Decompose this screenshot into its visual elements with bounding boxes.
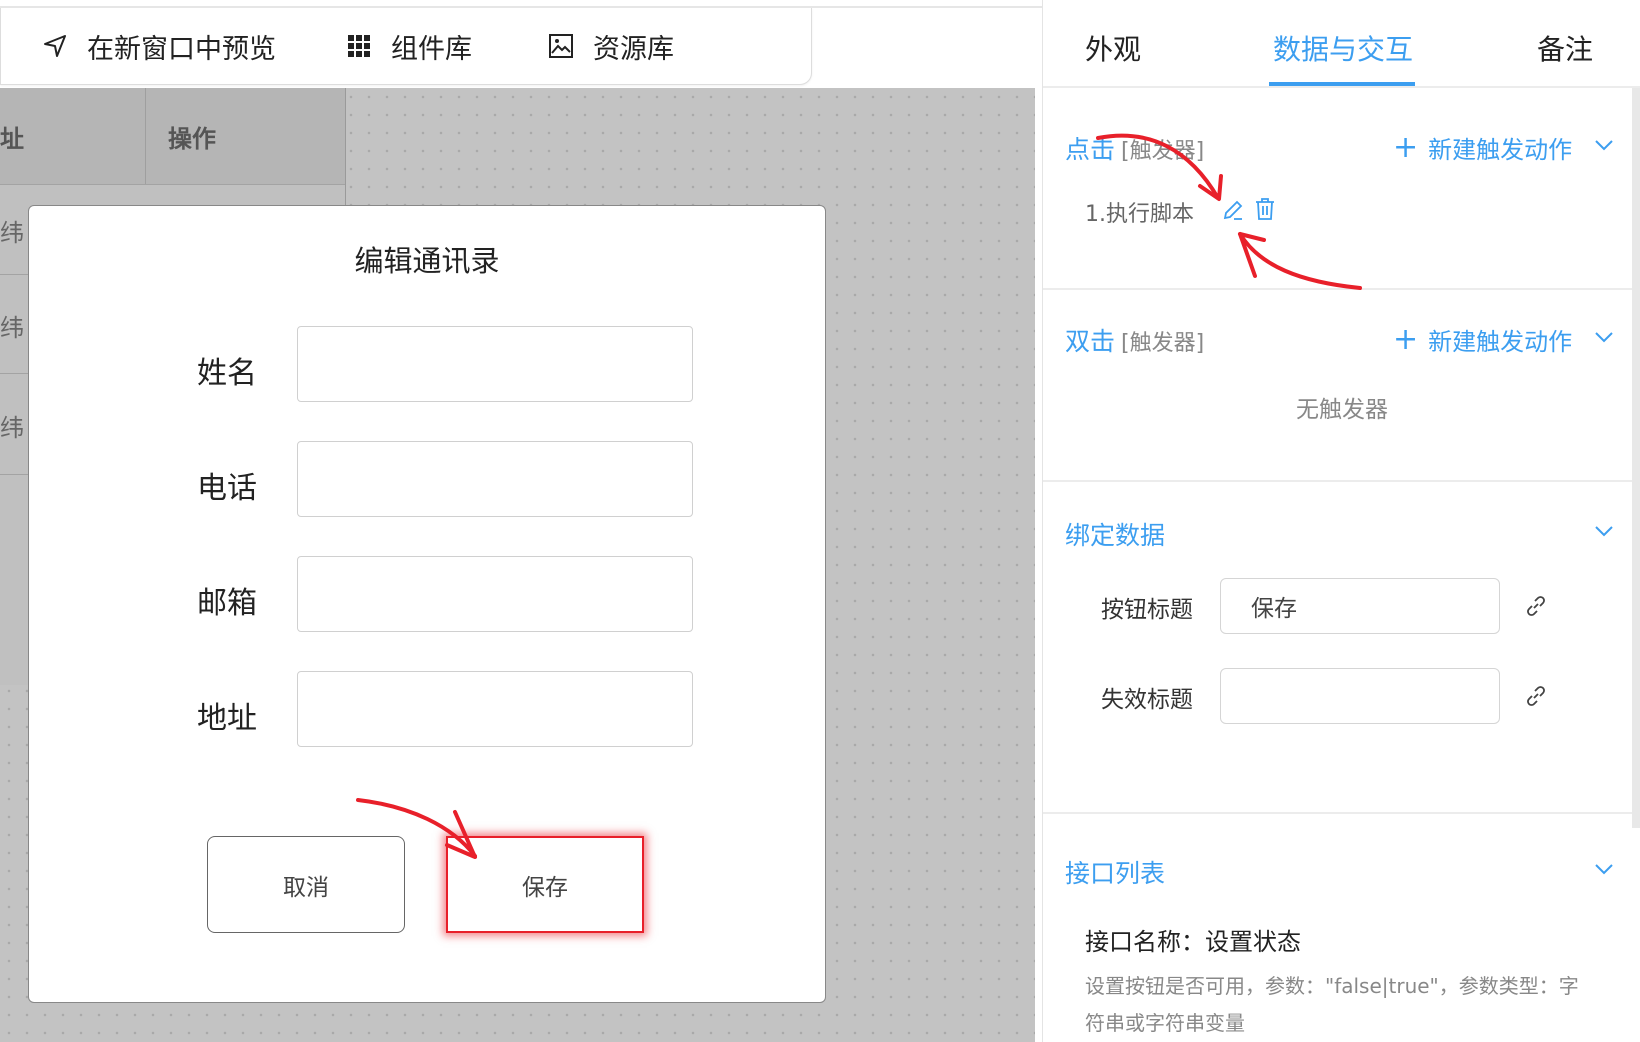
click-trigger-section: 点击 [触发器] + 新建触发动作 1.执行脚本 — [1043, 88, 1640, 290]
tab-appearance[interactable]: 外观 — [1085, 28, 1141, 68]
bind-data-section: 绑定数据 按钮标题 保存 失效标题 — [1043, 482, 1640, 814]
plus-icon: + — [1393, 321, 1419, 357]
api-name: 接口名称：设置状态 — [1085, 928, 1301, 956]
name-label: 姓名 — [197, 356, 257, 391]
bind-section-title: 绑定数据 — [1065, 521, 1166, 550]
api-list-section: 接口列表 接口名称：设置状态 设置按钮是否可用，参数："false|true"，… — [1043, 814, 1640, 1042]
tab-data-interaction[interactable]: 数据与交互 — [1273, 28, 1413, 68]
dblclick-title-text: 双击 — [1065, 327, 1116, 356]
assets-label: 资源库 — [593, 33, 674, 65]
delete-trash-icon[interactable] — [1253, 196, 1277, 222]
click-title-text: 点击 — [1065, 135, 1116, 164]
chevron-down-icon[interactable] — [1593, 858, 1615, 880]
chevron-down-icon[interactable] — [1593, 520, 1615, 542]
click-trigger-tag: [触发器] — [1121, 139, 1205, 164]
grid-icon — [345, 32, 373, 60]
preview-new-window-button[interactable]: 在新窗口中预览 — [41, 26, 276, 66]
edit-contact-modal[interactable]: 编辑通讯录 姓名 电话 邮箱 地址 取消 保存 — [28, 205, 826, 1003]
disabled-title-input[interactable] — [1220, 668, 1500, 724]
table-cell: 纬 — [0, 314, 24, 342]
dblclick-add-action-label: 新建触发动作 — [1428, 328, 1573, 356]
address-label: 地址 — [197, 701, 257, 736]
click-add-action-label: 新建触发动作 — [1428, 136, 1573, 164]
cancel-button[interactable]: 取消 — [207, 836, 405, 933]
components-label: 组件库 — [391, 33, 472, 65]
email-label: 邮箱 — [197, 586, 257, 621]
plus-icon: + — [1393, 129, 1419, 165]
link-icon[interactable] — [1523, 593, 1549, 619]
table-header-actions-text: 操作 — [168, 124, 216, 153]
table-cell: 纬 — [0, 414, 24, 442]
edit-pencil-icon[interactable] — [1221, 198, 1245, 222]
name-input[interactable] — [297, 326, 693, 402]
email-input[interactable] — [297, 556, 693, 632]
click-action-item[interactable]: 1.执行脚本 — [1085, 196, 1194, 228]
click-add-action-button[interactable]: + 新建触发动作 — [1393, 130, 1572, 165]
api-description-line: 设置按钮是否可用，参数："false|true"，参数类型：字 — [1085, 974, 1579, 998]
modal-title: 编辑通讯录 — [354, 244, 500, 278]
phone-label: 电话 — [197, 471, 257, 506]
click-section-title: 点击 [触发器] — [1065, 130, 1204, 166]
properties-panel: 外观 数据与交互 备注 点击 [触发器] + 新建触发动作 1.执行脚本 双击 [触… — [1042, 0, 1640, 1042]
component-library-button[interactable]: 组件库 — [345, 26, 472, 66]
dblclick-section-title: 双击 [触发器] — [1065, 322, 1204, 358]
link-icon[interactable] — [1523, 683, 1549, 709]
table-row — [0, 184, 345, 185]
chevron-down-icon[interactable] — [1593, 326, 1615, 348]
canvas-toolbar: 在新窗口中预览 组件库 资源库 — [0, 8, 812, 85]
panel-scrollbar[interactable] — [1632, 88, 1640, 828]
api-description-line: 符串或字符串变量 — [1085, 1011, 1245, 1035]
api-section-title: 接口列表 — [1065, 859, 1166, 888]
address-input[interactable] — [297, 671, 693, 747]
asset-library-button[interactable]: 资源库 — [547, 26, 674, 66]
no-trigger-text: 无触发器 — [1296, 397, 1388, 423]
active-tab-indicator — [1269, 82, 1415, 86]
double-click-trigger-section: 双击 [触发器] + 新建触发动作 无触发器 — [1043, 290, 1640, 482]
chevron-down-icon[interactable] — [1593, 134, 1615, 156]
disabled-title-label: 失效标题 — [1101, 687, 1193, 713]
table-header-address-text: 址 — [0, 124, 24, 153]
panel-tabs: 外观 数据与交互 备注 — [1043, 8, 1640, 88]
phone-input[interactable] — [297, 441, 693, 517]
table-header-address: 址 — [0, 88, 146, 184]
button-title-input[interactable]: 保存 — [1220, 578, 1500, 634]
save-button[interactable]: 保存 — [446, 836, 644, 933]
table-header-actions: 操作 — [146, 88, 345, 184]
tab-notes[interactable]: 备注 — [1537, 28, 1593, 68]
table-cell: 纬 — [0, 219, 24, 247]
navigation-arrow-icon — [41, 32, 69, 60]
dblclick-trigger-tag: [触发器] — [1121, 331, 1205, 356]
button-title-label: 按钮标题 — [1101, 597, 1193, 623]
dblclick-add-action-button[interactable]: + 新建触发动作 — [1393, 322, 1572, 357]
image-icon — [547, 32, 575, 60]
preview-label: 在新窗口中预览 — [87, 33, 276, 65]
